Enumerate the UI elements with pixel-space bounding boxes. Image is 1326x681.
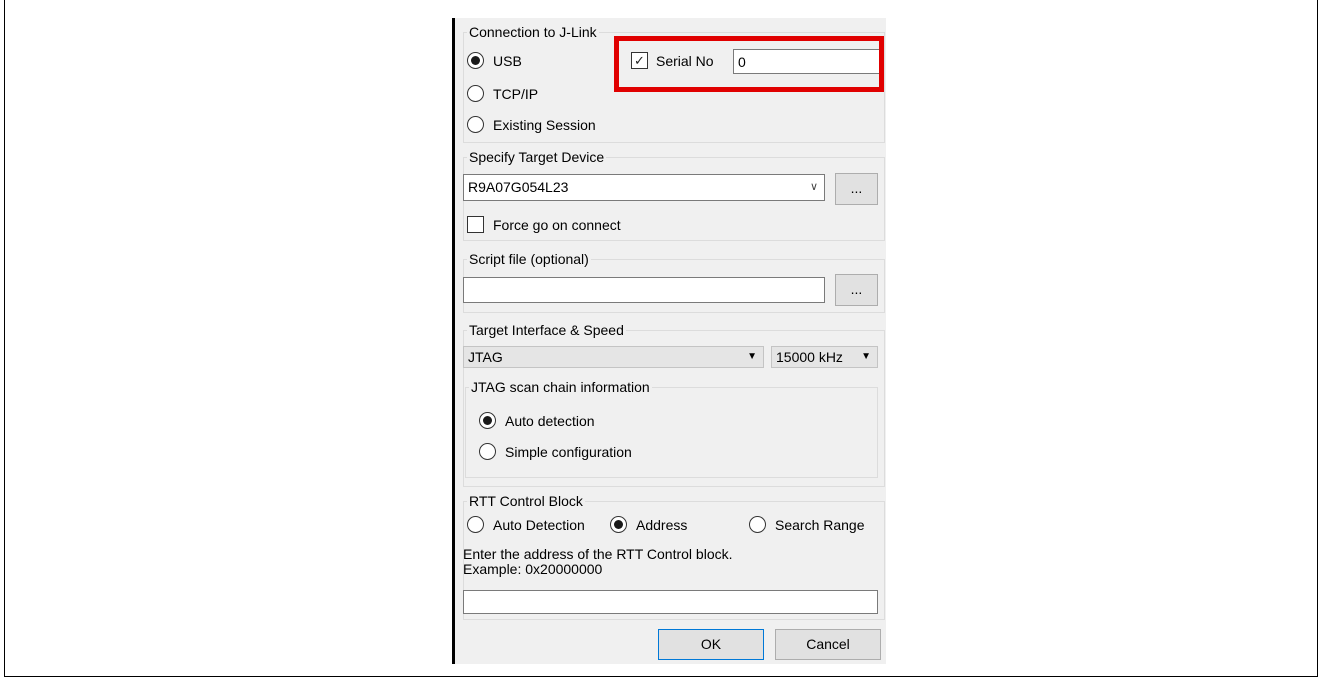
device-select[interactable]: R9A07G054L23 ∨	[463, 174, 825, 201]
label-rtt-search-range: Search Range	[775, 517, 865, 533]
jlink-settings-dialog: Connection to J-Link USB TCP/IP Existing…	[452, 18, 886, 664]
interface-value: JTAG	[468, 349, 503, 365]
label-rtt-auto-detection: Auto Detection	[493, 517, 585, 533]
label-auto-detection: Auto detection	[505, 413, 595, 429]
serial-no-highlight-box	[614, 36, 884, 92]
dropdown-arrow-icon: ▼	[861, 351, 871, 362]
dropdown-arrow-icon: ▼	[747, 351, 757, 362]
radio-rtt-address[interactable]	[610, 516, 627, 533]
label-rtt-address: Address	[636, 517, 688, 533]
radio-tcpip[interactable]	[467, 85, 484, 102]
force-go-label: Force go on connect	[493, 217, 621, 233]
interface-legend: Target Interface & Speed	[467, 322, 626, 338]
rtt-legend: RTT Control Block	[467, 493, 585, 509]
rtt-hint-line2: Example: 0x20000000	[463, 561, 603, 577]
ok-button[interactable]: OK	[658, 629, 764, 660]
label-simple-configuration: Simple configuration	[505, 444, 632, 460]
radio-existing-session[interactable]	[467, 116, 484, 133]
speed-select[interactable]: 15000 kHz ▼	[771, 346, 878, 368]
rtt-hint-line1: Enter the address of the RTT Control blo…	[463, 546, 733, 562]
label-existing-session: Existing Session	[493, 117, 596, 133]
device-browse-button[interactable]: ...	[835, 173, 878, 205]
force-go-checkbox[interactable]	[467, 216, 484, 233]
rtt-address-input[interactable]	[463, 590, 878, 614]
chevron-down-icon: ∨	[809, 181, 818, 193]
radio-rtt-auto-detection[interactable]	[467, 516, 484, 533]
target-device-legend: Specify Target Device	[467, 149, 607, 165]
script-file-legend: Script file (optional)	[467, 251, 591, 267]
device-value: R9A07G054L23	[468, 179, 569, 195]
connection-legend: Connection to J-Link	[467, 24, 599, 40]
radio-auto-detection[interactable]	[479, 412, 496, 429]
scan-chain-group	[465, 387, 878, 478]
label-tcpip: TCP/IP	[493, 86, 539, 102]
cancel-button[interactable]: Cancel	[775, 629, 881, 660]
radio-usb[interactable]	[467, 52, 484, 69]
radio-simple-configuration[interactable]	[479, 443, 496, 460]
script-file-input[interactable]	[463, 277, 825, 303]
script-file-browse-button[interactable]: ...	[835, 274, 878, 306]
interface-select[interactable]: JTAG ▼	[463, 346, 764, 368]
speed-value: 15000 kHz	[776, 349, 843, 365]
scan-chain-legend: JTAG scan chain information	[469, 379, 652, 395]
radio-rtt-search-range[interactable]	[749, 516, 766, 533]
label-usb: USB	[493, 53, 522, 69]
